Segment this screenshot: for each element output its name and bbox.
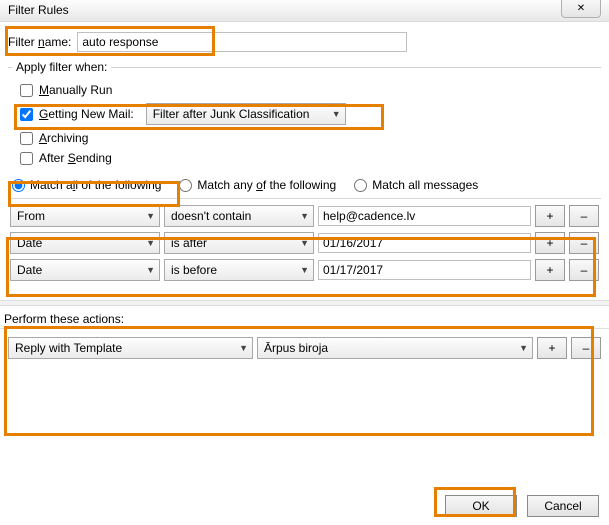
archiving-label: Archiving <box>39 131 88 145</box>
condition-row: Date▼ is before▼ + – <box>10 259 599 281</box>
window-title: Filter Rules <box>8 3 69 17</box>
condition-field-select[interactable]: Date▼ <box>10 232 160 254</box>
chevron-down-icon: ▼ <box>300 238 309 248</box>
close-button[interactable]: ✕ <box>561 0 601 18</box>
apply-when-legend: Apply filter when: <box>12 60 111 74</box>
condition-row: From▼ doesn't contain▼ + – <box>10 205 599 227</box>
condition-row: Date▼ is after▼ + – <box>10 232 599 254</box>
match-every-radio[interactable] <box>354 179 367 192</box>
remove-condition-button[interactable]: – <box>569 205 599 227</box>
action-row: Reply with Template▼ Ārpus biroja▼ + – <box>8 337 601 359</box>
getting-new-mail-label: Getting New Mail: <box>39 107 134 121</box>
conditions-list: From▼ doesn't contain▼ + – Date▼ is afte… <box>8 199 601 292</box>
manually-run-label: Manually Run <box>39 83 112 97</box>
close-icon: ✕ <box>577 3 585 14</box>
condition-op-select[interactable]: is after▼ <box>164 232 314 254</box>
match-any-radio[interactable] <box>179 179 192 192</box>
add-condition-button[interactable]: + <box>535 232 565 254</box>
add-condition-button[interactable]: + <box>535 259 565 281</box>
chevron-down-icon: ▼ <box>300 211 309 221</box>
chevron-down-icon: ▼ <box>146 265 155 275</box>
condition-field-select[interactable]: From▼ <box>10 205 160 227</box>
condition-value-input[interactable] <box>318 206 531 226</box>
condition-op-select[interactable]: doesn't contain▼ <box>164 205 314 227</box>
apply-when-group: Apply filter when: Manually Run Getting … <box>8 60 601 168</box>
chevron-down-icon: ▼ <box>239 343 248 353</box>
cancel-button[interactable]: Cancel <box>527 495 599 517</box>
archiving-checkbox[interactable] <box>20 132 33 145</box>
filter-name-label: Filter name: <box>8 35 71 49</box>
match-every-label: Match all messages <box>372 178 478 192</box>
ok-button[interactable]: OK <box>445 495 517 517</box>
manually-run-checkbox[interactable] <box>20 84 33 97</box>
junk-classification-select[interactable]: Filter after Junk Classification▼ <box>146 103 346 125</box>
condition-field-select[interactable]: Date▼ <box>10 259 160 281</box>
chevron-down-icon: ▼ <box>300 265 309 275</box>
getting-new-mail-checkbox[interactable] <box>20 108 33 121</box>
actions-header: Perform these actions: <box>0 306 609 329</box>
match-any-label: Match any of the following <box>197 178 336 192</box>
add-action-button[interactable]: + <box>537 337 567 359</box>
chevron-down-icon: ▼ <box>519 343 528 353</box>
filter-name-input[interactable] <box>77 32 407 52</box>
action-type-select[interactable]: Reply with Template▼ <box>8 337 253 359</box>
action-template-select[interactable]: Ārpus biroja▼ <box>257 337 533 359</box>
remove-condition-button[interactable]: – <box>569 232 599 254</box>
remove-action-button[interactable]: – <box>571 337 601 359</box>
after-sending-checkbox[interactable] <box>20 152 33 165</box>
condition-value-input[interactable] <box>318 233 531 253</box>
chevron-down-icon: ▼ <box>146 211 155 221</box>
match-all-label: Match all of the following <box>30 178 161 192</box>
condition-op-select[interactable]: is before▼ <box>164 259 314 281</box>
match-all-radio[interactable] <box>12 179 25 192</box>
add-condition-button[interactable]: + <box>535 205 565 227</box>
chevron-down-icon: ▼ <box>332 109 341 119</box>
after-sending-label: After Sending <box>39 151 112 165</box>
chevron-down-icon: ▼ <box>146 238 155 248</box>
remove-condition-button[interactable]: – <box>569 259 599 281</box>
condition-value-input[interactable] <box>318 260 531 280</box>
